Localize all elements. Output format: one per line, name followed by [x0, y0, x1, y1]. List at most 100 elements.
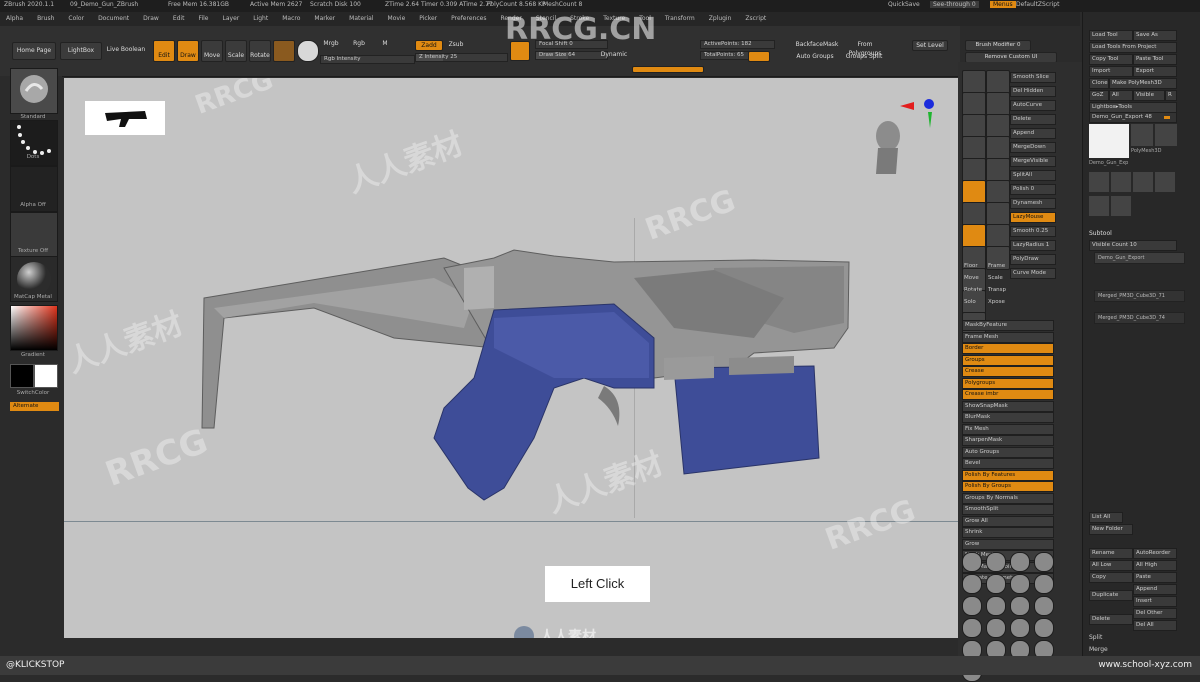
material-swatch-icon[interactable]	[273, 40, 295, 62]
palette-button-maskbyfeature[interactable]: MaskByFeature	[962, 320, 1054, 331]
copy-button[interactable]: Copy	[1089, 572, 1133, 583]
palette-tool-icon[interactable]	[986, 92, 1010, 116]
z-intensity-slider[interactable]: Z Intensity 25	[415, 53, 508, 62]
subtool-row-0[interactable]: Demo_Gun_Export	[1094, 252, 1185, 264]
switch-color-label[interactable]: SwitchColor	[10, 390, 56, 396]
rotate-button[interactable]: Rotate	[249, 40, 271, 62]
menu-zplugin[interactable]: Zplugin	[709, 12, 732, 26]
zadd-button[interactable]: Zadd	[415, 40, 443, 51]
menu-material[interactable]: Material	[349, 12, 373, 26]
palette-button-sharpenmask[interactable]: SharpenMask	[962, 435, 1054, 446]
palette-tool-icon[interactable]	[986, 224, 1010, 248]
palette-button-frame[interactable]: Frame	[986, 262, 1008, 271]
color-picker[interactable]	[10, 305, 58, 351]
brush-icon-curves[interactable]	[1010, 552, 1030, 572]
sphere-icon[interactable]	[297, 40, 319, 62]
palette-tool-icon[interactable]	[962, 224, 986, 248]
menus-button[interactable]: Menus	[990, 1, 1016, 8]
palette-button-blurmask[interactable]: BlurMask	[962, 412, 1054, 423]
menu-preferences[interactable]: Preferences	[451, 12, 486, 26]
import-button[interactable]: Import	[1089, 66, 1133, 77]
group-button[interactable]	[748, 51, 770, 62]
tool-thumb-merged[interactable]	[1155, 172, 1175, 192]
split-header[interactable]: Split	[1089, 634, 1102, 641]
brush-icon-curves[interactable]	[1010, 574, 1030, 594]
all-button[interactable]: All	[1109, 90, 1133, 101]
m-button[interactable]: M	[380, 40, 390, 50]
palette-button-polish-by-groups[interactable]: Polish By Groups	[962, 481, 1054, 492]
palette-button-polydraw[interactable]: PolyDraw	[1010, 254, 1056, 265]
brush-icon-dams[interactable]	[1010, 596, 1030, 616]
palette-tool-icon[interactable]	[986, 70, 1010, 94]
tool-thumb-star[interactable]	[1155, 124, 1177, 146]
live-boolean-button[interactable]: Live Boolean	[104, 42, 148, 58]
brush-icon-moveg[interactable]	[1034, 574, 1054, 594]
see-through-slider[interactable]: See-through 0	[930, 1, 979, 8]
palette-button-smooth-slice[interactable]: Smooth Slice	[1010, 72, 1056, 83]
subtool-row-1[interactable]: Merged_PM3D_Cube3D_71	[1094, 290, 1185, 302]
palette-button-polish-by-features[interactable]: Polish By Features	[962, 469, 1054, 481]
palette-button-fix-mesh[interactable]: Fix Mesh	[962, 423, 1054, 435]
palette-button-solo[interactable]: Solo	[962, 298, 984, 307]
palette-button-border[interactable]: Border	[962, 343, 1054, 354]
current-tool-slider[interactable]: Demo_Gun_Export 48	[1089, 112, 1177, 123]
duplicate-button[interactable]: Duplicate	[1089, 590, 1133, 601]
axis-gizmo[interactable]	[898, 96, 934, 132]
copy-tool-button[interactable]: Copy Tool	[1089, 54, 1133, 65]
brush-icon-flatten[interactable]	[1034, 596, 1054, 616]
paste-tool-button[interactable]: Paste Tool	[1133, 54, 1177, 65]
palette-button-floor[interactable]: Floor	[962, 262, 984, 271]
menu-movie[interactable]: Movie	[388, 12, 406, 26]
palette-button-move[interactable]: Move	[962, 274, 984, 283]
load-tools-from-project-button[interactable]: Load Tools From Project	[1089, 42, 1177, 53]
menu-edit[interactable]: Edit	[173, 12, 185, 26]
menu-file[interactable]: File	[198, 12, 208, 26]
tool-thumb-demo-gun[interactable]	[1089, 124, 1129, 158]
draw-button[interactable]: Draw	[177, 40, 199, 62]
palette-tool-icon[interactable]	[962, 114, 986, 138]
palette-button-showsnapmask[interactable]: ShowSnapMask	[962, 400, 1054, 412]
brush-icon-clayb[interactable]	[962, 596, 982, 616]
auto-reorder-button[interactable]: AutoReorder	[1133, 548, 1177, 559]
goz-button[interactable]: GoZ	[1089, 90, 1109, 101]
brush-icon-curvemul[interactable]	[986, 574, 1006, 594]
rename-button[interactable]: Rename	[1089, 548, 1133, 559]
backface-mask-button[interactable]: BackfaceMask	[795, 40, 839, 49]
alternate-button[interactable]: Alternate	[10, 402, 59, 411]
mrgb-button[interactable]: Mrgb	[322, 40, 340, 50]
palette-button-lazymouse[interactable]: LazyMouse	[1010, 212, 1056, 223]
del-other-button[interactable]: Del Other	[1133, 608, 1177, 619]
all-low-button[interactable]: All Low	[1089, 560, 1133, 571]
palette-button-dynamesh[interactable]: Dynamesh	[1010, 198, 1056, 209]
rgb-button[interactable]: Rgb	[350, 40, 368, 50]
palette-button-polygroups[interactable]: Polygroups	[962, 377, 1054, 389]
list-all-button[interactable]: List All	[1089, 512, 1123, 523]
palette-button-smoothsplit[interactable]: SmoothSplit	[962, 504, 1054, 515]
new-folder-button[interactable]: New Folder	[1089, 524, 1133, 535]
palette-tool-icon[interactable]	[962, 136, 986, 160]
menu-alpha[interactable]: Alpha	[6, 12, 23, 26]
palette-tool-icon[interactable]	[962, 92, 986, 116]
edit-button[interactable]: Edit	[153, 40, 175, 62]
append-button[interactable]: Append	[1133, 584, 1177, 595]
make-polymesh3d-button[interactable]: Make PolyMesh3D	[1109, 78, 1177, 89]
del-all-button[interactable]: Del All	[1133, 620, 1177, 631]
draw-size-slider[interactable]: Draw Size 64	[535, 51, 608, 60]
brush-icon-pinch[interactable]	[1010, 618, 1030, 638]
brush-icon-curvetube[interactable]	[962, 552, 982, 572]
r-button[interactable]: R	[1165, 90, 1177, 101]
palette-tool-icon[interactable]	[986, 158, 1010, 182]
brush-icon-smooth[interactable]	[1034, 618, 1054, 638]
palette-button-shrink[interactable]: Shrink	[962, 527, 1054, 538]
brush-modifier-slider[interactable]: Brush Modifier 0	[965, 40, 1031, 51]
brush-icon-curve[interactable]	[962, 574, 982, 594]
auto-groups-button[interactable]: Auto Groups	[795, 52, 835, 61]
quicksave-button[interactable]: QuickSave	[888, 1, 920, 8]
tool-thumb-cylinder[interactable]	[1111, 172, 1131, 192]
menu-brush[interactable]: Brush	[37, 12, 54, 26]
brush-icon-curvec[interactable]	[1034, 552, 1054, 572]
palette-button-xpose[interactable]: Xpose	[986, 298, 1008, 307]
palette-button-polish-0[interactable]: Polish 0	[1010, 184, 1056, 195]
zsub-button[interactable]: Zsub	[445, 40, 467, 49]
menu-light[interactable]: Light	[253, 12, 268, 26]
